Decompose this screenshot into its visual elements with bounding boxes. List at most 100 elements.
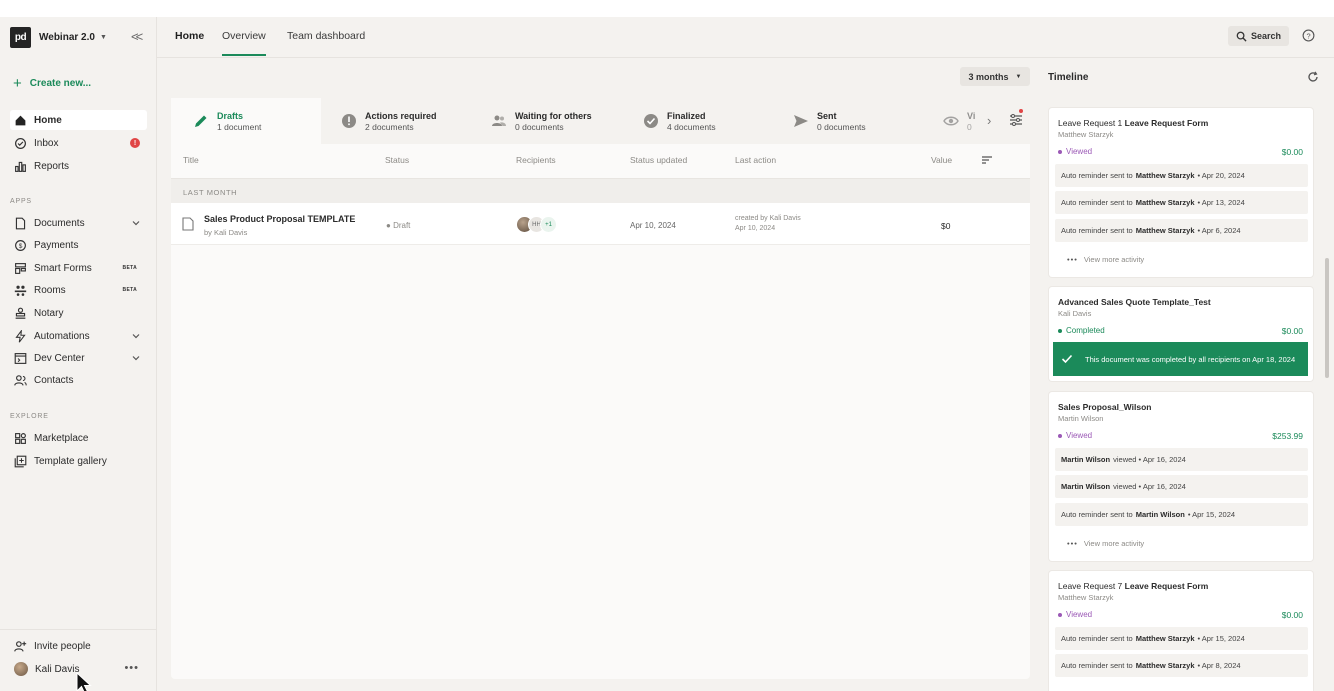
table-row[interactable]: Sales Product Proposal TEMPLATE by Kali …	[171, 203, 1030, 245]
pencil-icon	[195, 115, 207, 127]
sidebar-item-documents[interactable]: Documents	[10, 213, 147, 233]
filter-settings-icon[interactable]	[1009, 113, 1023, 127]
svg-text:$: $	[19, 242, 23, 249]
help-icon[interactable]: ?	[1302, 29, 1315, 42]
card-subtitle: Matthew Starzyk	[1058, 130, 1114, 139]
activity-text: Auto reminder sent to	[1061, 171, 1133, 180]
view-more-activity-link[interactable]: ••• View more activity	[1067, 539, 1144, 548]
document-title[interactable]: Sales Product Proposal TEMPLATE	[204, 214, 355, 224]
card-status: Viewed	[1058, 431, 1092, 440]
view-more-activity-link[interactable]: ••• View more activity	[1067, 255, 1144, 264]
status-updated: Apr 10, 2024	[630, 221, 676, 230]
card-status: Completed	[1058, 326, 1105, 335]
tab-team-dashboard[interactable]: Team dashboard	[287, 30, 365, 42]
period-label: 3 months	[968, 71, 1009, 82]
home-icon	[15, 115, 26, 125]
chevron-down-icon[interactable]	[131, 331, 141, 341]
sidebar-item-label: Template gallery	[34, 455, 107, 467]
dollar-icon: $	[15, 239, 26, 251]
group-header: LAST MONTH	[171, 178, 1030, 203]
notification-dot	[1019, 109, 1023, 113]
sidebar-item-marketplace[interactable]: Marketplace	[10, 428, 147, 448]
add-user-icon	[14, 640, 27, 652]
eye-icon	[943, 116, 959, 126]
chevron-down-icon: ▼	[1015, 73, 1022, 80]
sidebar-item-smart-forms[interactable]: Smart Forms BETA	[10, 258, 147, 278]
activity-text: Auto reminder sent to	[1061, 634, 1133, 643]
timeline-card[interactable]: Leave Request 1 Leave Request Form Matth…	[1049, 108, 1313, 277]
timeline-card[interactable]: Advanced Sales Quote Template_Test Kali …	[1049, 287, 1313, 381]
sidebar-item-reports[interactable]: Reports	[10, 156, 147, 176]
card-title: Leave Request 1 Leave Request Form	[1058, 118, 1208, 128]
search-button[interactable]: Search	[1228, 26, 1289, 46]
sidebar-item-template-gallery[interactable]: Template gallery	[10, 451, 147, 471]
document-value: $0	[941, 221, 951, 231]
sidebar-item-dev-center[interactable]: Dev Center	[10, 348, 147, 368]
plus-icon: +	[13, 75, 22, 92]
sidebar-item-rooms[interactable]: Rooms BETA	[10, 280, 147, 300]
sidebar-item-label: Inbox	[34, 137, 59, 149]
check-icon	[1061, 354, 1073, 364]
invite-people-button[interactable]: Invite people	[10, 636, 147, 656]
tab-actions-required[interactable]: Actions required 2 documents	[341, 98, 437, 144]
sidebar-item-label: Rooms	[34, 284, 66, 296]
activity-person: Matthew Starzyk	[1135, 661, 1195, 670]
timeline-card[interactable]: Sales Proposal_Wilson Martin Wilson View…	[1049, 392, 1313, 561]
sidebar-item-home[interactable]: Home	[10, 110, 147, 130]
tab-home[interactable]: Home	[175, 30, 204, 42]
column-header-status[interactable]: Status	[385, 155, 409, 165]
card-title: Advanced Sales Quote Template_Test	[1058, 297, 1211, 307]
column-header-title[interactable]: Title	[183, 155, 199, 165]
last-action: created by Kali Davis	[735, 215, 801, 222]
chevron-down-icon[interactable]	[131, 218, 141, 228]
tab-finalized[interactable]: Finalized 4 documents	[643, 98, 716, 144]
tab-viewed[interactable]: Vi 0	[943, 98, 983, 144]
sidebar-item-notary[interactable]: Notary	[10, 303, 147, 323]
scroll-right-icon[interactable]: ›	[987, 113, 991, 128]
sidebar-item-label: Home	[34, 114, 62, 126]
activity-text: Auto reminder sent to	[1061, 226, 1133, 235]
more-options-icon[interactable]: •••	[124, 662, 139, 674]
completion-message: This document was completed by all recip…	[1085, 354, 1296, 364]
document-owner: by Kali Davis	[204, 228, 248, 237]
sidebar-item-payments[interactable]: $ Payments	[10, 235, 147, 255]
create-new-label: Create new...	[29, 78, 92, 89]
recipients[interactable]: HH +1	[516, 216, 557, 233]
status-dot	[1058, 149, 1062, 154]
column-header-status-updated[interactable]: Status updated	[630, 155, 687, 165]
column-header-value[interactable]: Value	[931, 155, 952, 165]
sort-icon[interactable]	[981, 154, 993, 166]
period-dropdown[interactable]: 3 months ▼	[960, 67, 1030, 86]
send-icon	[794, 115, 808, 127]
tab-drafts[interactable]: Drafts 1 document	[171, 98, 321, 144]
card-title-prefix: Leave Request 1	[1058, 118, 1123, 128]
column-header-recipients[interactable]: Recipients	[516, 155, 556, 165]
create-new-button[interactable]: + Create new...	[13, 75, 91, 92]
scrollbar[interactable]	[1325, 258, 1329, 378]
card-status: Viewed	[1058, 610, 1092, 619]
activity-person: Martin Wilson	[1135, 510, 1185, 519]
timeline-card[interactable]: Leave Request 7 Leave Request Form Matth…	[1049, 571, 1313, 691]
column-header-last-action[interactable]: Last action	[735, 155, 776, 165]
refresh-icon[interactable]	[1307, 71, 1319, 83]
sidebar-item-contacts[interactable]: Contacts	[10, 370, 147, 390]
card-amount: $0.00	[1281, 147, 1303, 157]
explore-section-title: EXPLORE	[10, 413, 49, 420]
status-tab-label: Sent	[817, 110, 837, 121]
recipient-more: +1	[540, 216, 557, 233]
activity-person: Matthew Starzyk	[1135, 226, 1195, 235]
tab-sent[interactable]: Sent 0 documents	[793, 98, 866, 144]
chevron-down-icon[interactable]	[131, 353, 141, 363]
mouse-cursor-icon	[76, 672, 92, 691]
sidebar-item-inbox[interactable]: Inbox !	[10, 133, 147, 153]
tab-overview[interactable]: Overview	[222, 30, 266, 56]
status-tab-label: Vi	[967, 110, 976, 121]
sidebar-item-automations[interactable]: Automations	[10, 326, 147, 346]
sidebar-item-label: Documents	[34, 217, 85, 229]
tab-waiting-for-others[interactable]: Waiting for others 0 documents	[491, 98, 592, 144]
workspace-switcher[interactable]: pd Webinar 2.0 ▼	[10, 27, 107, 48]
status-text: ● Draft	[386, 221, 411, 230]
chevron-down-icon: ▼	[99, 34, 107, 41]
collapse-sidebar-icon[interactable]: <<	[131, 29, 143, 44]
template-icon	[14, 455, 27, 467]
